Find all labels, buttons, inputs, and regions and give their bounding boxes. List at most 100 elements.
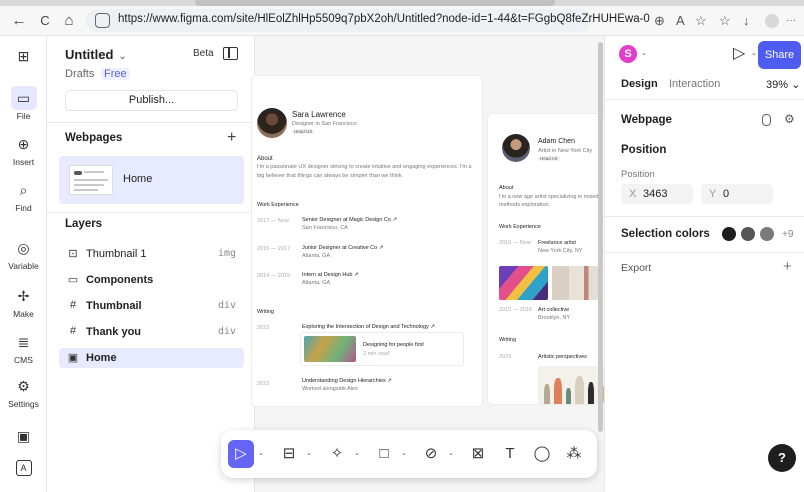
publish-button[interactable]: Publish... — [65, 90, 238, 111]
color-swatch[interactable] — [722, 227, 736, 241]
add-page-icon[interactable]: + — [227, 130, 236, 146]
page-item-home[interactable]: Home — [59, 156, 244, 204]
frame-tool-icon[interactable]: ⊟ — [276, 440, 302, 468]
layer-row-selected[interactable]: ▣ Home — [59, 348, 244, 368]
component-tool-icon[interactable]: ✧ — [324, 440, 350, 468]
settings-icon: ⚙ — [17, 378, 30, 394]
card-title: Designing for people first — [363, 342, 424, 348]
rail-find[interactable]: ⌕ Find — [0, 178, 47, 213]
vertical-scrollbar[interactable] — [598, 42, 603, 432]
job-place: Atlanta, GA — [302, 280, 331, 286]
y-value[interactable]: 0 — [723, 184, 729, 204]
rail-label-insert: Insert — [12, 157, 35, 167]
rail-translate[interactable]: A — [0, 460, 47, 476]
drafts-link[interactable]: Drafts — [65, 68, 94, 80]
layer-type: div — [217, 326, 236, 337]
favorites-icon[interactable]: ☆ — [719, 13, 731, 29]
chevron-down-icon[interactable]: ⌄ — [258, 449, 264, 457]
position-heading: Position — [621, 144, 667, 156]
zoom-dropdown[interactable]: 39% ⌄ — [766, 78, 800, 91]
card-meta: 2 min read — [363, 351, 389, 357]
job-title: Senior Designer at Magic Design Co ↗ — [302, 217, 398, 223]
user-avatar[interactable]: S — [619, 45, 637, 63]
x-value[interactable]: 3463 — [643, 184, 667, 204]
export-heading: Export — [621, 262, 652, 274]
chevron-down-icon[interactable]: ⌄ — [751, 49, 757, 57]
canvas[interactable]: Sara Lawrence Designer in San Francisco … — [252, 36, 604, 492]
y-position-field[interactable]: Y 0 — [701, 184, 773, 204]
add-export-icon[interactable]: + — [783, 258, 792, 275]
plan-badge[interactable]: Free — [101, 68, 130, 80]
profile-avatar[interactable] — [765, 14, 779, 28]
rail-cms[interactable]: ≣ CMS — [0, 330, 47, 365]
webpage-frame-adam[interactable]: Adam Chen Artist in New York City Head A… — [488, 114, 604, 404]
tab-interaction[interactable]: Interaction — [669, 78, 720, 90]
back-icon[interactable]: ← — [10, 12, 28, 30]
pen-tool-icon[interactable]: ⊘ — [418, 440, 444, 468]
figma-window: ← C ⌂ https://www.figma.com/site/HlEolZh… — [0, 0, 804, 492]
chevron-down-icon[interactable]: ⌄ — [448, 449, 454, 457]
more-colors-count[interactable]: +9 — [782, 229, 793, 240]
color-swatch[interactable] — [760, 227, 774, 241]
chevron-down-icon[interactable]: ⌄ — [401, 449, 407, 457]
downloads-icon[interactable]: ↓ — [743, 13, 750, 29]
chevron-down-icon: ⌄ — [118, 51, 127, 62]
url-text[interactable]: https://www.figma.com/site/HlEolZhlHp550… — [118, 13, 650, 25]
layers-heading: Layers — [65, 218, 103, 230]
more-icon[interactable]: ··· — [786, 13, 796, 29]
artwork-image — [499, 266, 548, 300]
tab-design[interactable]: Design — [621, 78, 658, 90]
image-tool-icon[interactable]: ⊠ — [465, 440, 491, 468]
favorite-icon[interactable]: ☆ — [695, 13, 707, 29]
job-place: Atlanta, GA — [302, 253, 331, 259]
layer-name: Thank you — [86, 326, 142, 338]
layer-row[interactable]: ▭ Components — [59, 270, 244, 290]
selection-colors-heading: Selection colors — [621, 228, 710, 240]
zoom-icon[interactable]: ⊕ — [654, 13, 665, 29]
component-icon: ▭ — [67, 274, 79, 286]
rail-label-make: Make — [13, 309, 34, 319]
shape-tool-icon[interactable]: □ — [371, 440, 397, 468]
read-aloud-icon[interactable]: A — [676, 13, 685, 29]
job-period: 2015 — 2017 — [257, 246, 291, 252]
chevron-down-icon[interactable]: ⌄ — [354, 449, 360, 457]
project-title-button[interactable]: Untitled ⌄ — [65, 47, 127, 62]
variables-icon: ◎ — [17, 240, 30, 256]
reload-icon[interactable]: C — [36, 12, 54, 30]
preview-play-icon[interactable]: ▷ — [733, 43, 745, 63]
right-panel: S ⌄ ▷ ⌄ Share Design Interaction 39% ⌄ W… — [604, 36, 804, 492]
color-swatch[interactable] — [741, 227, 755, 241]
plugins-tool-icon[interactable]: ⁂ — [561, 440, 587, 468]
rail-file[interactable]: ▭ File — [0, 86, 47, 121]
chevron-down-icon[interactable]: ⌄ — [641, 49, 647, 57]
help-button[interactable]: ? — [768, 444, 796, 472]
comment-tool-icon[interactable]: ◯ — [529, 440, 555, 468]
layer-row[interactable]: ⊡ Thumbnail 1 img — [59, 244, 244, 264]
layer-name: Thumbnail 1 — [86, 248, 147, 260]
address-bar[interactable]: https://www.figma.com/site/HlEolZhlHp550… — [86, 9, 650, 32]
post-sub: Worked alongside Alex — [302, 386, 358, 392]
webpage-frame-sara[interactable]: Sara Lawrence Designer in San Francisco … — [252, 76, 482, 406]
layer-name: Thumbnail — [86, 300, 142, 312]
panel-toggle-icon[interactable] — [223, 47, 238, 60]
home-icon[interactable]: ⌂ — [60, 12, 78, 30]
rail-settings[interactable]: ⚙ Settings — [0, 374, 47, 409]
database-icon[interactable] — [762, 114, 771, 126]
rail-make[interactable]: ✢ Make — [0, 284, 47, 319]
share-button[interactable]: Share — [758, 41, 801, 69]
rail-comments[interactable]: ▣ — [0, 424, 47, 448]
move-tool-icon[interactable]: ▷ — [228, 440, 254, 468]
site-info-icon[interactable] — [95, 13, 110, 28]
main-menu-button[interactable]: ⊞ — [0, 44, 47, 68]
chevron-down-icon[interactable]: ⌄ — [306, 449, 312, 457]
layer-row[interactable]: # Thumbnail div — [59, 296, 244, 316]
text-tool-icon[interactable]: T — [497, 440, 523, 468]
rail-variables[interactable]: ◎ Variable — [0, 236, 47, 271]
layer-row[interactable]: # Thank you div — [59, 322, 244, 342]
rail-insert[interactable]: ⊕ Insert — [0, 132, 47, 167]
settings-icon[interactable]: ⚙ — [784, 112, 795, 126]
x-position-field[interactable]: X 3463 — [621, 184, 693, 204]
profile-name: Sara Lawrence — [292, 110, 346, 119]
job-place: New York City, NY — [538, 248, 583, 254]
post-card: Designing for people first 2 min read — [300, 332, 464, 366]
